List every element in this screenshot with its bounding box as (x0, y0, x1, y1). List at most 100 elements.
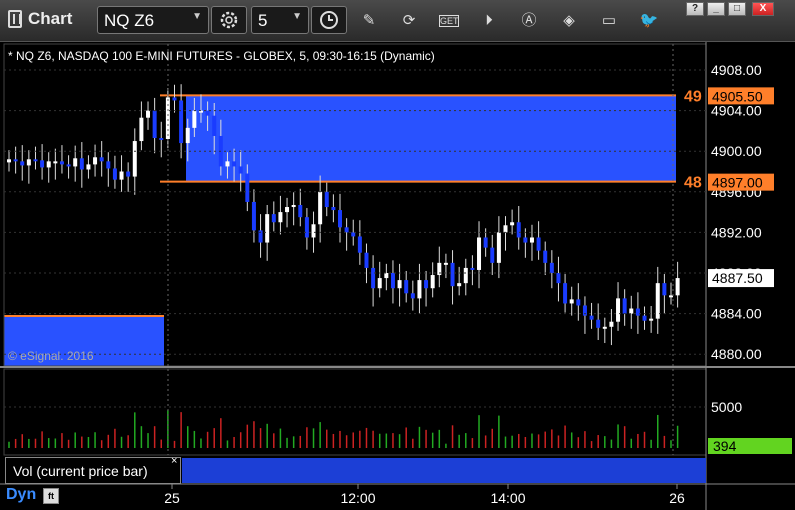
title-bar: Chart NQ Z6 ▼ 5 ▼ ✎ ⟳ GET ⏵ Ⓐ ◈ ▭ 🐦 ? _ … (0, 0, 795, 42)
chevron-down-icon[interactable]: ▼ (192, 11, 202, 22)
candle-down (351, 232, 356, 237)
pencil-icon[interactable]: ✎ (359, 11, 379, 31)
x-tick-label: 12:00 (340, 490, 375, 506)
candle-down (364, 252, 369, 268)
candle-up (278, 212, 283, 223)
candle-down (172, 97, 177, 101)
candle-down (20, 161, 25, 166)
candle-up (146, 110, 151, 118)
candle-down (40, 160, 45, 168)
candle-up (318, 191, 323, 225)
candle-up (675, 278, 680, 296)
chevron-down-icon[interactable]: ▼ (292, 11, 302, 22)
candle-down (338, 210, 342, 228)
candle-down (212, 115, 217, 136)
candle-up (430, 275, 435, 289)
comment-icon[interactable]: ▭ (599, 11, 619, 31)
candle-up (669, 295, 673, 298)
candle-up (225, 161, 230, 167)
candle-up (46, 161, 51, 168)
y-tick-label: 4884.00 (711, 306, 762, 322)
volume-tick-label: 5000 (711, 399, 742, 415)
candle-up (397, 280, 402, 289)
candle-up (311, 224, 316, 238)
candle-up (93, 157, 98, 165)
candle-up (649, 318, 654, 321)
candle-down (556, 273, 561, 284)
x-tick-label: 14:00 (490, 490, 525, 506)
candle-down (66, 164, 71, 167)
maximize-button[interactable]: □ (728, 2, 746, 16)
candle-down (490, 247, 495, 263)
candle-down (159, 138, 164, 141)
tag-icon[interactable]: ◈ (559, 11, 579, 31)
play-icon[interactable]: ⏵ (479, 11, 499, 31)
candle-up (503, 225, 508, 233)
volume-study-strip (182, 458, 706, 483)
candle-up (443, 262, 448, 265)
level-price-label: 4897.00 (712, 175, 763, 191)
candle-down (344, 227, 349, 233)
candle-down (589, 315, 594, 320)
candle-down (483, 237, 488, 248)
interval-input[interactable]: 5 ▼ (251, 6, 309, 34)
candle-down (99, 157, 104, 162)
symbol-input[interactable]: NQ Z6 ▼ (97, 6, 209, 34)
interval-value: 5 (258, 11, 268, 30)
candle-up (165, 97, 170, 140)
help-button[interactable]: ? (686, 2, 704, 16)
close-button[interactable]: X (752, 2, 774, 16)
candle-up (26, 159, 31, 166)
candle-down (404, 280, 409, 294)
y-tick-label: 4892.00 (711, 224, 762, 240)
candle-down (582, 305, 587, 316)
candle-up (377, 278, 382, 289)
support-resistance-zone (186, 95, 676, 182)
candle-down (232, 161, 237, 167)
candle-down (549, 262, 554, 273)
alert-icon[interactable]: Ⓐ (519, 11, 539, 31)
candle-down (410, 293, 415, 299)
candle-down (251, 201, 256, 231)
lock-icon[interactable]: ft (43, 488, 59, 504)
candle-up (86, 164, 91, 170)
clock-icon (320, 11, 338, 29)
dynamic-mode-label[interactable]: Dyn (6, 486, 36, 504)
x-tick-label: 25 (164, 490, 180, 506)
time-button[interactable] (311, 6, 347, 34)
candle-down (33, 159, 38, 162)
candle-up (569, 299, 574, 304)
close-icon[interactable]: × (171, 455, 177, 467)
twitter-icon[interactable]: 🐦 (639, 11, 659, 31)
volume-study-label: Vol (current price bar) (13, 463, 148, 479)
candle-up (265, 214, 270, 243)
x-tick-label: 26 (669, 490, 685, 506)
refresh-icon[interactable]: ⟳ (399, 11, 419, 31)
volume-study-label-box[interactable]: Vol (current price bar) (5, 457, 181, 484)
candle-up (457, 283, 462, 287)
y-tick-label: 4900.00 (711, 143, 762, 159)
minimize-button[interactable]: _ (707, 2, 725, 16)
candle-down (470, 267, 475, 270)
candle-down (516, 222, 521, 238)
candle-down (523, 237, 528, 243)
candle-up (119, 171, 124, 180)
candle-up (629, 308, 634, 314)
level-price-label: 4905.50 (712, 88, 763, 104)
candle-down (357, 236, 362, 253)
settings-button[interactable] (211, 6, 247, 34)
candle-up (609, 321, 614, 327)
candle-up (192, 110, 197, 128)
candle-down (179, 100, 184, 144)
chart-header: * NQ Z6, NASDAQ 100 E-MINI FUTURES - GLO… (8, 49, 435, 63)
chart-area[interactable]: 4908.004904.004900.004896.004892.004888.… (0, 42, 795, 510)
candle-down (390, 273, 395, 289)
candle-up (73, 158, 78, 167)
candle-down (126, 171, 131, 177)
candle-up (510, 222, 515, 226)
get-icon[interactable]: GET (439, 15, 459, 27)
candle-up (463, 267, 468, 284)
candle-up (139, 117, 144, 142)
candle-up (602, 326, 607, 329)
candle-up (7, 159, 11, 163)
